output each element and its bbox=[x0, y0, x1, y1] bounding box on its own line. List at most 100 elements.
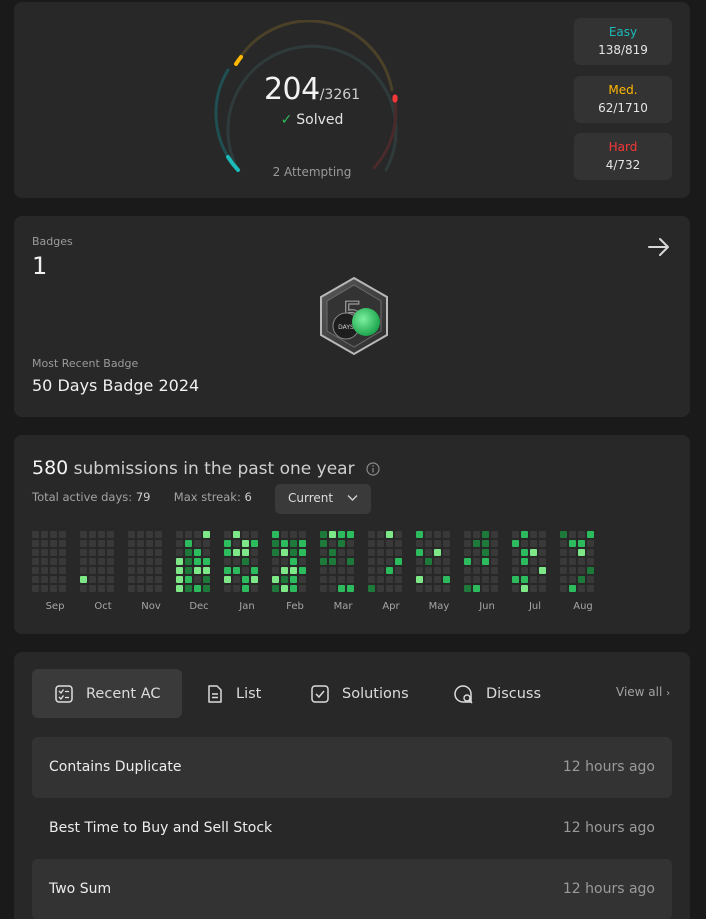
heatmap-cell[interactable] bbox=[569, 567, 576, 574]
heatmap-cell[interactable] bbox=[203, 549, 210, 556]
heatmap-cell[interactable] bbox=[251, 567, 258, 574]
heatmap-cell[interactable] bbox=[539, 576, 546, 583]
heatmap-cell[interactable] bbox=[272, 549, 279, 556]
heatmap-cell[interactable] bbox=[416, 567, 423, 574]
heatmap-cell[interactable] bbox=[89, 558, 96, 565]
heatmap-cell[interactable] bbox=[89, 576, 96, 583]
heatmap-cell[interactable] bbox=[185, 576, 192, 583]
heatmap-cell[interactable] bbox=[128, 549, 135, 556]
heatmap-cell[interactable] bbox=[578, 585, 585, 592]
heatmap-cell[interactable] bbox=[395, 585, 402, 592]
heatmap-cell[interactable] bbox=[482, 549, 489, 556]
heatmap-cell[interactable] bbox=[50, 576, 57, 583]
heatmap-cell[interactable] bbox=[224, 531, 231, 538]
heatmap-cell[interactable] bbox=[176, 540, 183, 547]
heatmap-cell[interactable] bbox=[443, 567, 450, 574]
heatmap-cell[interactable] bbox=[185, 585, 192, 592]
fifty-days-badge-icon[interactable]: 5 DAYS bbox=[314, 276, 394, 356]
heatmap-cell[interactable] bbox=[233, 540, 240, 547]
heatmap-cell[interactable] bbox=[137, 540, 144, 547]
progress-ring[interactable]: 204/3261 ✓ Solved 2 Attempting bbox=[214, 20, 410, 190]
heatmap-cell[interactable] bbox=[320, 567, 327, 574]
heatmap-cell[interactable] bbox=[176, 549, 183, 556]
heatmap-cell[interactable] bbox=[176, 567, 183, 574]
heatmap-cell[interactable] bbox=[128, 558, 135, 565]
heatmap-cell[interactable] bbox=[233, 576, 240, 583]
heatmap-cell[interactable] bbox=[329, 549, 336, 556]
heatmap-cell[interactable] bbox=[194, 558, 201, 565]
heatmap-cell[interactable] bbox=[281, 531, 288, 538]
heatmap-cell[interactable] bbox=[224, 576, 231, 583]
heatmap-cell[interactable] bbox=[587, 558, 594, 565]
heatmap-cell[interactable] bbox=[587, 540, 594, 547]
heatmap-cell[interactable] bbox=[464, 567, 471, 574]
heatmap-cell[interactable] bbox=[194, 567, 201, 574]
heatmap-cell[interactable] bbox=[560, 531, 567, 538]
heatmap-cell[interactable] bbox=[473, 576, 480, 583]
heatmap-cell[interactable] bbox=[128, 585, 135, 592]
heatmap-cell[interactable] bbox=[320, 531, 327, 538]
heatmap-cell[interactable] bbox=[539, 531, 546, 538]
heatmap-cell[interactable] bbox=[377, 567, 384, 574]
heatmap-cell[interactable] bbox=[425, 585, 432, 592]
heatmap-cell[interactable] bbox=[32, 558, 39, 565]
heatmap-cell[interactable] bbox=[50, 567, 57, 574]
heatmap-cell[interactable] bbox=[368, 576, 375, 583]
heatmap-cell[interactable] bbox=[338, 576, 345, 583]
heatmap-cell[interactable] bbox=[386, 558, 393, 565]
heatmap-cell[interactable] bbox=[578, 576, 585, 583]
heatmap-cell[interactable] bbox=[299, 558, 306, 565]
heatmap-cell[interactable] bbox=[395, 531, 402, 538]
heatmap-cell[interactable] bbox=[272, 567, 279, 574]
heatmap-cell[interactable] bbox=[299, 585, 306, 592]
heatmap-cell[interactable] bbox=[176, 531, 183, 538]
heatmap-cell[interactable] bbox=[146, 540, 153, 547]
heatmap-cell[interactable] bbox=[32, 549, 39, 556]
heatmap-cell[interactable] bbox=[155, 549, 162, 556]
heatmap-cell[interactable] bbox=[587, 576, 594, 583]
heatmap-cell[interactable] bbox=[41, 540, 48, 547]
heatmap-cell[interactable] bbox=[329, 567, 336, 574]
heatmap-cell[interactable] bbox=[299, 549, 306, 556]
heatmap-cell[interactable] bbox=[203, 576, 210, 583]
heatmap-cell[interactable] bbox=[587, 549, 594, 556]
heatmap-cell[interactable] bbox=[443, 549, 450, 556]
heatmap-cell[interactable] bbox=[395, 567, 402, 574]
heatmap-cell[interactable] bbox=[59, 576, 66, 583]
heatmap-cell[interactable] bbox=[185, 558, 192, 565]
heatmap-cell[interactable] bbox=[491, 585, 498, 592]
heatmap-cell[interactable] bbox=[80, 549, 87, 556]
heatmap-cell[interactable] bbox=[578, 567, 585, 574]
heatmap-cell[interactable] bbox=[464, 531, 471, 538]
heatmap-cell[interactable] bbox=[290, 540, 297, 547]
heatmap-cell[interactable] bbox=[233, 549, 240, 556]
heatmap-cell[interactable] bbox=[464, 549, 471, 556]
heatmap-cell[interactable] bbox=[32, 540, 39, 547]
heatmap-cell[interactable] bbox=[107, 576, 114, 583]
heatmap-cell[interactable] bbox=[578, 540, 585, 547]
heatmap-cell[interactable] bbox=[89, 549, 96, 556]
heatmap-cell[interactable] bbox=[59, 585, 66, 592]
heatmap-cell[interactable] bbox=[194, 585, 201, 592]
heatmap-cell[interactable] bbox=[425, 540, 432, 547]
heatmap-cell[interactable] bbox=[395, 558, 402, 565]
heatmap-cell[interactable] bbox=[185, 540, 192, 547]
heatmap-cell[interactable] bbox=[80, 540, 87, 547]
heatmap-cell[interactable] bbox=[338, 558, 345, 565]
heatmap-cell[interactable] bbox=[107, 567, 114, 574]
heatmap-cell[interactable] bbox=[137, 576, 144, 583]
heatmap-cell[interactable] bbox=[512, 585, 519, 592]
heatmap-cell[interactable] bbox=[491, 567, 498, 574]
heatmap-cell[interactable] bbox=[347, 540, 354, 547]
heatmap-cell[interactable] bbox=[512, 558, 519, 565]
heatmap-cell[interactable] bbox=[98, 567, 105, 574]
heatmap-cell[interactable] bbox=[194, 531, 201, 538]
heatmap-cell[interactable] bbox=[137, 531, 144, 538]
heatmap-cell[interactable] bbox=[539, 585, 546, 592]
heatmap-cell[interactable] bbox=[185, 531, 192, 538]
heatmap-cell[interactable] bbox=[521, 576, 528, 583]
heatmap-cell[interactable] bbox=[473, 558, 480, 565]
heatmap-cell[interactable] bbox=[386, 585, 393, 592]
heatmap-cell[interactable] bbox=[377, 540, 384, 547]
heatmap-cell[interactable] bbox=[512, 567, 519, 574]
